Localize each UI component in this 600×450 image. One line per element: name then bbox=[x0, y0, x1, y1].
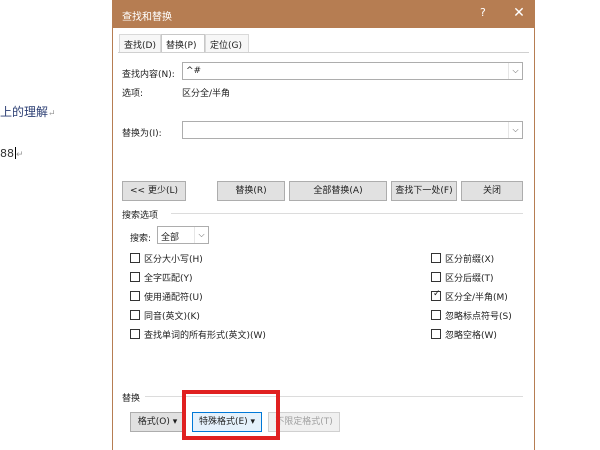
document-line-1: 上的理解 bbox=[0, 105, 49, 119]
find-value: ^# bbox=[186, 66, 202, 76]
checkbox-icon[interactable] bbox=[431, 310, 441, 320]
checkbox-icon[interactable] bbox=[130, 329, 140, 339]
checkbox-label: 区分全/半角(M) bbox=[445, 293, 508, 303]
checkbox-icon[interactable] bbox=[431, 329, 441, 339]
chevron-down-icon[interactable]: ⌵ bbox=[508, 63, 522, 79]
checkbox-match-prefix[interactable]: 区分前缀(X) bbox=[431, 252, 494, 265]
document-line-2: 88 bbox=[0, 147, 14, 160]
search-direction-select[interactable]: 全部 ⌵ bbox=[157, 226, 209, 244]
dialog-title: 查找和替换 bbox=[122, 12, 172, 23]
search-direction-value: 全部 bbox=[161, 233, 180, 243]
document-text-line: 上的理解↵ bbox=[0, 103, 56, 120]
checkbox-checked-icon[interactable] bbox=[431, 289, 441, 301]
chevron-down-icon[interactable]: ⌵ bbox=[508, 122, 522, 138]
checkbox-label: 忽略空格(W) bbox=[445, 331, 497, 341]
search-options-group-label: 搜索选项 bbox=[122, 211, 159, 221]
checkbox-label: 区分大小写(H) bbox=[144, 255, 203, 265]
find-input[interactable]: ^# ⌵ bbox=[182, 62, 523, 80]
tab-find[interactable]: 查找(D) bbox=[119, 34, 161, 52]
replace-group-label: 替换 bbox=[122, 394, 141, 404]
find-label: 查找内容(N): bbox=[122, 70, 175, 80]
format-button[interactable]: 格式(O) ▾ bbox=[130, 412, 185, 432]
replace-button[interactable]: 替换(R) bbox=[217, 181, 285, 201]
checkbox-label: 忽略标点符号(S) bbox=[445, 312, 512, 322]
group-divider bbox=[171, 213, 523, 214]
paragraph-mark: ↵ bbox=[48, 109, 56, 119]
checkbox-sounds-like[interactable]: 同音(英文)(K) bbox=[130, 309, 200, 322]
checkbox-ignore-whitespace[interactable]: 忽略空格(W) bbox=[431, 328, 497, 341]
checkbox-icon[interactable] bbox=[130, 291, 140, 301]
checkbox-whole-word[interactable]: 全字匹配(Y) bbox=[130, 271, 193, 284]
find-next-button[interactable]: 查找下一处(F) bbox=[391, 181, 457, 201]
help-button[interactable]: ? bbox=[480, 6, 486, 19]
checkbox-icon[interactable] bbox=[130, 253, 140, 263]
document-text-line: 88 ↵ bbox=[0, 147, 24, 160]
checkbox-wildcards[interactable]: 使用通配符(U) bbox=[130, 290, 203, 303]
checkbox-label: 同音(英文)(K) bbox=[144, 312, 200, 322]
options-value: 区分全/半角 bbox=[182, 89, 231, 99]
checkbox-label: 查找单词的所有形式(英文)(W) bbox=[144, 331, 266, 341]
checkbox-icon[interactable] bbox=[130, 310, 140, 320]
tab-goto[interactable]: 定位(G) bbox=[205, 34, 249, 52]
tab-divider bbox=[118, 52, 529, 53]
replace-all-button[interactable]: 全部替换(A) bbox=[289, 181, 387, 201]
checkbox-icon[interactable] bbox=[431, 253, 441, 263]
search-direction-label: 搜索: bbox=[130, 234, 152, 244]
checkbox-label: 使用通配符(U) bbox=[144, 293, 203, 303]
checkbox-word-forms[interactable]: 查找单词的所有形式(英文)(W) bbox=[130, 328, 266, 341]
annotation-highlight-box bbox=[182, 390, 280, 440]
close-icon[interactable]: ✕ bbox=[507, 3, 531, 23]
less-button[interactable]: << 更少(L) bbox=[122, 181, 186, 201]
checkbox-label: 区分前缀(X) bbox=[445, 255, 495, 265]
replace-label: 替换为(I): bbox=[122, 129, 162, 139]
checkbox-match-width[interactable]: 区分全/半角(M) bbox=[431, 289, 508, 303]
checkbox-icon[interactable] bbox=[431, 272, 441, 282]
replace-input[interactable]: ⌵ bbox=[182, 121, 523, 139]
options-label: 选项: bbox=[122, 89, 144, 99]
checkbox-label: 全字匹配(Y) bbox=[144, 274, 193, 284]
checkbox-ignore-punctuation[interactable]: 忽略标点符号(S) bbox=[431, 309, 512, 322]
tab-replace[interactable]: 替换(P) bbox=[161, 34, 205, 53]
checkbox-match-case[interactable]: 区分大小写(H) bbox=[130, 252, 203, 265]
checkbox-label: 区分后缀(T) bbox=[445, 274, 494, 284]
chevron-down-icon[interactable]: ⌵ bbox=[194, 227, 208, 243]
dialog-titlebar[interactable]: 查找和替换 ? ✕ bbox=[113, 0, 534, 28]
checkbox-match-suffix[interactable]: 区分后缀(T) bbox=[431, 271, 494, 284]
paragraph-mark: ↵ bbox=[16, 150, 24, 160]
find-replace-dialog: 查找和替换 ? ✕ 查找(D) 替换(P) 定位(G) 查找内容(N): ^# … bbox=[112, 0, 535, 450]
close-button[interactable]: 关闭 bbox=[461, 181, 523, 201]
checkbox-icon[interactable] bbox=[130, 272, 140, 282]
